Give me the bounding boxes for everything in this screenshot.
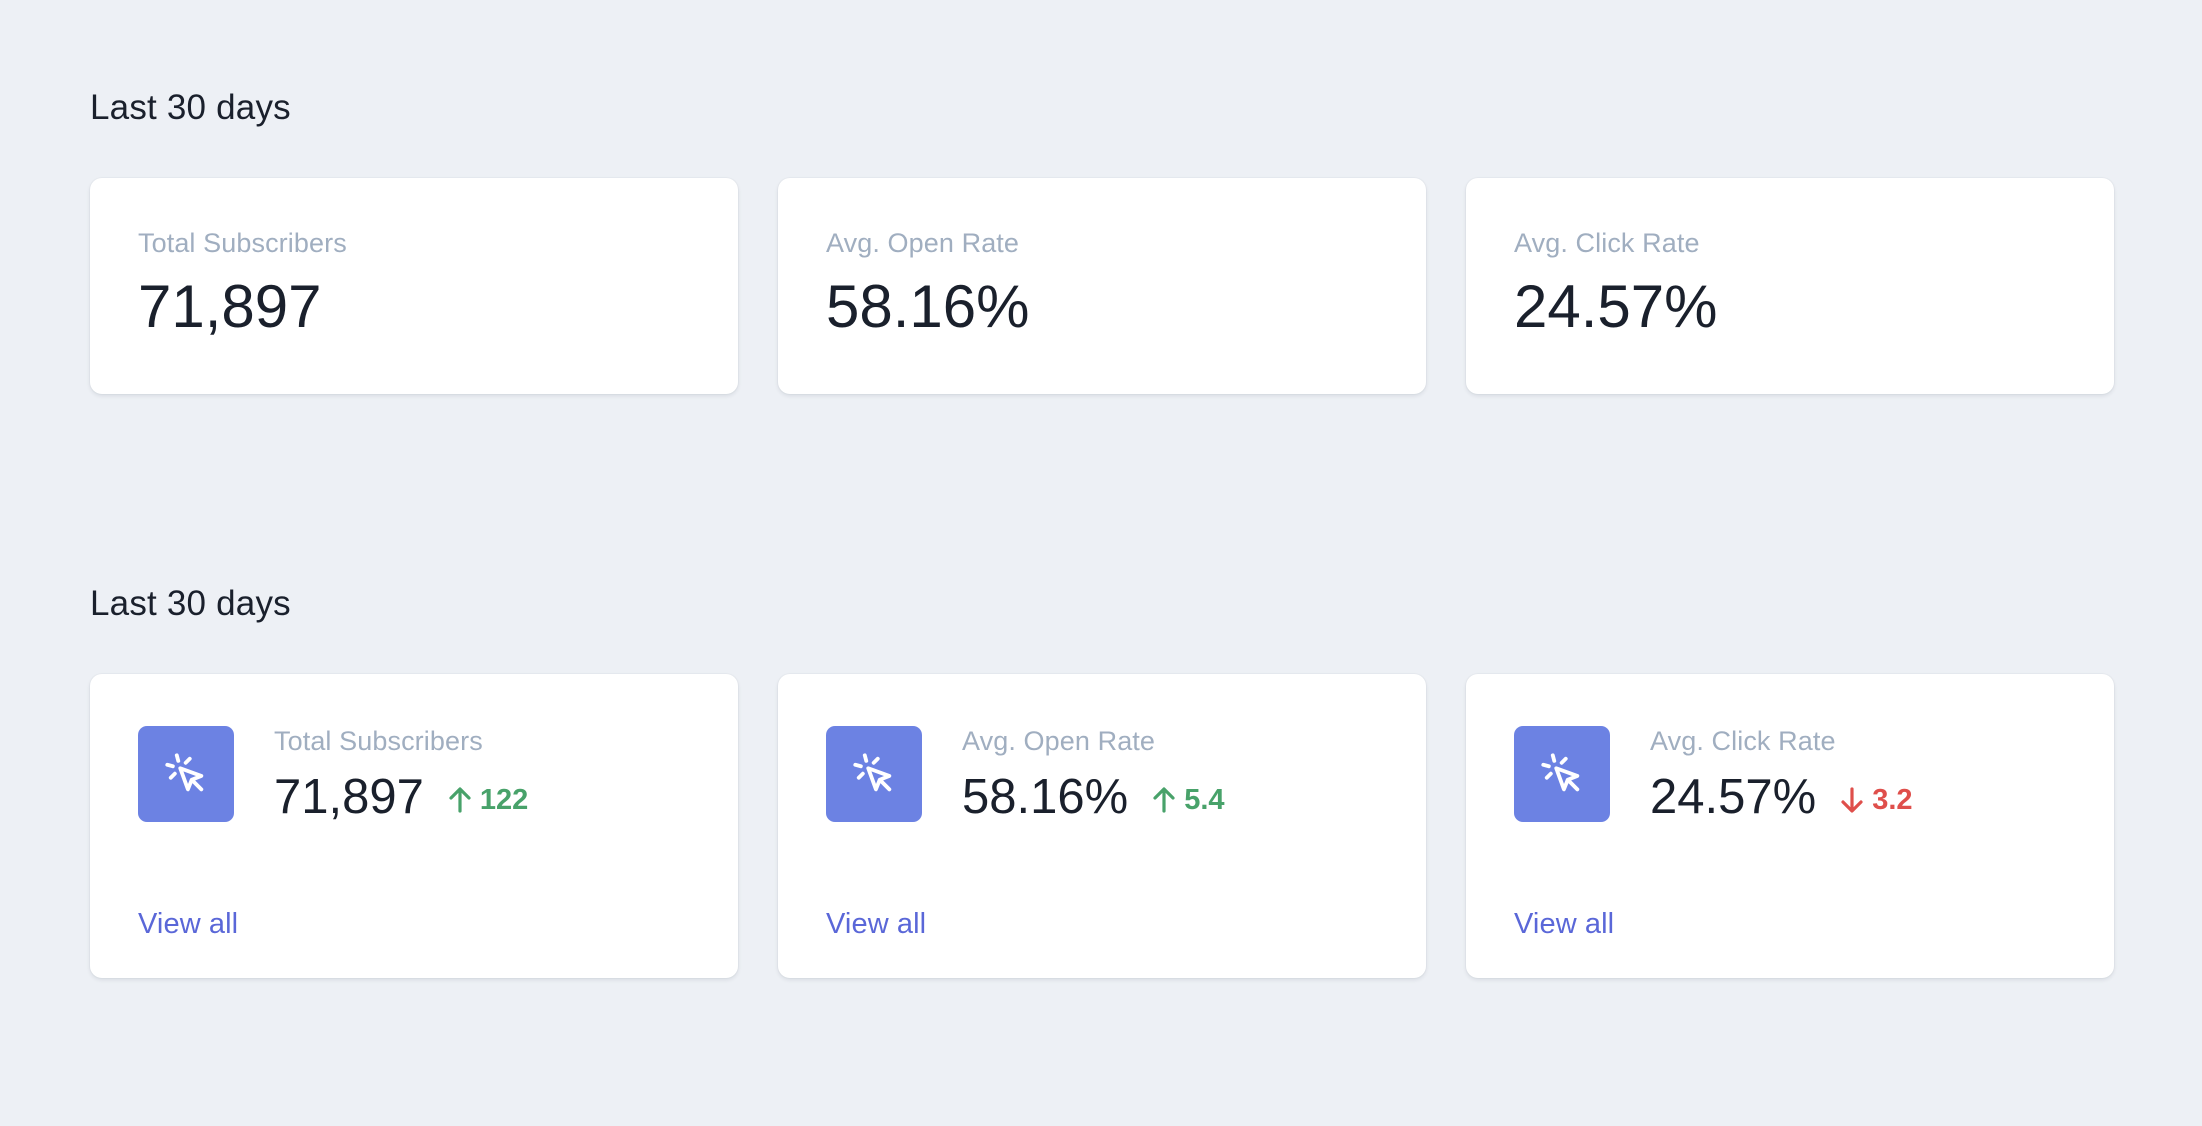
change-value: 122 <box>479 783 529 816</box>
stat-label: Avg. Click Rate <box>1514 228 1700 258</box>
stat-info: Total Subscribers 71,897 122 <box>274 728 528 822</box>
stat-card-open-rate: Avg. Open Rate 58.16% <box>778 178 1426 394</box>
stats-row-with-icons: Total Subscribers 71,897 122 View all Av… <box>90 674 2114 978</box>
stat-value: 71,897 <box>274 770 424 824</box>
stat-value: 58.16% <box>826 273 1030 340</box>
stat-value: 24.57% <box>1650 770 1817 824</box>
change-badge-up: 122 <box>448 783 529 816</box>
stat-card-click-rate: Avg. Click Rate 24.57% <box>1466 178 2114 394</box>
change-badge-down: 3.2 <box>1840 783 1913 816</box>
stat-value: 24.57% <box>1514 273 1718 340</box>
stat-label: Avg. Click Rate <box>1650 726 1836 756</box>
change-value: 5.4 <box>1184 783 1225 816</box>
stat-label: Total Subscribers <box>138 228 347 258</box>
stat-label: Avg. Open Rate <box>826 228 1020 258</box>
stat-label: Avg. Open Rate <box>962 726 1156 756</box>
view-all-link[interactable]: View all <box>826 910 926 939</box>
stat-card-total-subscribers: Total Subscribers 71,897 122 View all <box>90 674 738 978</box>
stat-card-click-rate: Avg. Click Rate 24.57% 3.2 View all <box>1466 674 2114 978</box>
cursor-click-icon <box>1514 726 1610 822</box>
view-all-link[interactable]: View all <box>1514 910 1614 939</box>
stat-card-total-subscribers: Total Subscribers 71,897 <box>90 178 738 394</box>
stat-info: Avg. Open Rate 58.16% 5.4 <box>962 728 1225 822</box>
stat-value: 58.16% <box>962 770 1129 824</box>
section-title: Last 30 days <box>90 584 291 623</box>
page: Last 30 days Total Subscribers 71,897 Av… <box>0 0 2202 1126</box>
change-badge-up: 5.4 <box>1152 783 1225 816</box>
arrow-up-icon <box>1153 787 1175 813</box>
view-all-link[interactable]: View all <box>138 910 238 939</box>
change-value: 3.2 <box>1872 783 1913 816</box>
stat-label: Total Subscribers <box>274 726 483 756</box>
stat-value: 71,897 <box>138 273 322 340</box>
stat-info: Avg. Click Rate 24.57% 3.2 <box>1650 728 1913 822</box>
value-line: 71,897 122 <box>274 773 528 822</box>
stats-row-simple: Total Subscribers 71,897 Avg. Open Rate … <box>90 178 2114 394</box>
cursor-click-icon <box>138 726 234 822</box>
value-line: 58.16% 5.4 <box>962 773 1225 822</box>
value-line: 24.57% 3.2 <box>1650 773 1913 822</box>
arrow-down-icon <box>1841 787 1863 813</box>
stat-card-open-rate: Avg. Open Rate 58.16% 5.4 View all <box>778 674 1426 978</box>
arrow-up-icon <box>449 787 471 813</box>
section-title: Last 30 days <box>90 88 291 127</box>
cursor-click-icon <box>826 726 922 822</box>
